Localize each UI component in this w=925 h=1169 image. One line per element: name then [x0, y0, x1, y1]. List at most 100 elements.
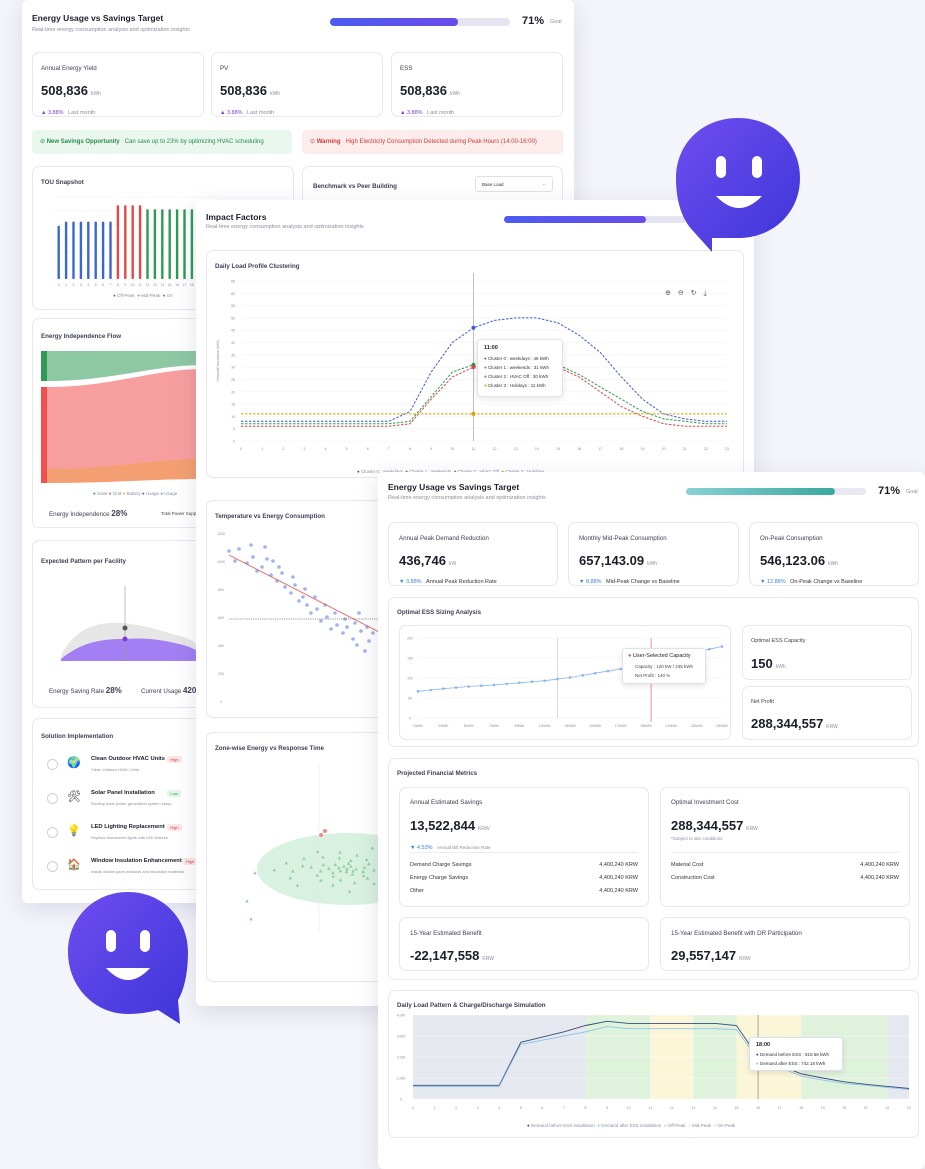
- saving-rate-stat: Energy Saving Rate 28%: [49, 686, 122, 695]
- scatter-point: [341, 631, 345, 635]
- financial-row: Material Cost 4,400,240 KRW: [671, 862, 899, 868]
- tou-x-tick: 1: [65, 283, 67, 287]
- tou-x-tick: 17: [183, 283, 187, 287]
- scatter-point: [309, 611, 313, 615]
- savings-value: 13,522,844 KRW: [410, 818, 490, 833]
- card-title: Optimal ESS Sizing Analysis: [397, 609, 482, 616]
- tou-x-tick: 7: [110, 283, 112, 287]
- x-tick: 21: [683, 447, 687, 451]
- scatter-point: [293, 583, 297, 587]
- y-tick: 60: [231, 292, 235, 296]
- card-title: Benchmark vs Peer Building: [313, 183, 397, 190]
- x-tick: 6: [367, 447, 369, 451]
- scatter-point: [227, 549, 231, 553]
- y-tick: 50: [408, 697, 412, 701]
- x-tick: 16: [577, 447, 581, 451]
- x-tick: 3: [477, 1106, 479, 1110]
- outlier-point: [323, 829, 327, 833]
- ess-chart-box: 200 150 100 50 0 10kWh 30kWh 50kWh 70kWh 90kWh 110…: [399, 625, 731, 740]
- kpi-change: ▼ 12.88% On-Peak Change vs Baseline: [760, 579, 863, 585]
- y-tick: 30: [231, 366, 235, 370]
- scatter-point: [237, 547, 241, 551]
- x-tick: 14: [535, 447, 539, 451]
- solution-desc: Install double-pane windows and insulati…: [91, 869, 185, 874]
- financial-row: Demand Charge Savings 4,400,240 KRW: [410, 862, 638, 868]
- ess-point: [581, 674, 584, 677]
- tou-bar: [161, 209, 164, 279]
- priority-badge: High: [182, 858, 198, 865]
- y-tick: 2,000: [397, 1056, 406, 1060]
- kpi-label: Annual Energy Yield: [41, 65, 97, 72]
- scatter-point: [265, 557, 269, 561]
- kpi-label: Monthly Mid-Peak Consumption: [579, 535, 667, 542]
- solution-desc: Replace fluorescent lights with LED fixt…: [91, 835, 168, 840]
- tou-bar: [64, 221, 68, 279]
- cluster-chart-card: Daily Load Profile Clustering ⊕⊖↻⤓ 0 5 10 1…: [206, 250, 744, 478]
- tou-bar: [72, 221, 75, 279]
- total-supply-label: Total Power Supply: [161, 511, 200, 516]
- tou-x-tick: 2: [73, 283, 75, 287]
- x-tick: 21: [864, 1106, 868, 1110]
- sim-legend: ● Demand before ESS installation ● Deman…: [527, 1123, 736, 1128]
- ess-point: [606, 669, 610, 673]
- tou-x-tick: 16: [175, 283, 179, 287]
- checkbox[interactable]: [47, 759, 58, 770]
- scatter-point: [363, 649, 367, 653]
- scatter-point: [291, 575, 295, 579]
- scatter-point: [249, 917, 253, 921]
- y-tick: 1,000: [397, 1077, 406, 1081]
- ess-point: [454, 686, 458, 689]
- tou-x-tick: 0: [58, 283, 60, 287]
- financial-row: Energy Charge Savings 4,400,240 KRW: [410, 875, 638, 881]
- tou-x-tick: 13: [153, 283, 157, 287]
- benefit-15y-card: 15-Year Estimated Benefit -22,147,558 KRW: [399, 917, 649, 971]
- x-tick: 130kWh: [564, 724, 576, 728]
- y-tick: 45: [231, 329, 235, 333]
- card-title: Projected Financial Metrics: [397, 770, 478, 777]
- x-tick: 12: [493, 447, 497, 451]
- scatter-point: [249, 543, 253, 547]
- y-tick: 40: [231, 341, 235, 345]
- goal-percent: 71%: [522, 15, 545, 27]
- checkbox[interactable]: [47, 827, 58, 838]
- y-tick: 35: [231, 353, 235, 357]
- solution-desc: Rooftop solar power generation system se…: [91, 801, 172, 806]
- scatter-point: [355, 643, 359, 647]
- tou-bar: [131, 205, 134, 279]
- x-tick: 170kWh: [615, 724, 627, 728]
- priority-badge: Low: [167, 790, 181, 797]
- tou-x-tick: 14: [160, 283, 164, 287]
- x-tick: 19: [640, 447, 644, 451]
- ess-sizing-card: Optimal ESS Sizing Analysis 200 150 100 50 0…: [388, 597, 919, 747]
- checkbox[interactable]: [47, 861, 58, 872]
- cluster-tooltip: 11:00 ● Cluster 0 : weekdays : 46 kWh ● …: [477, 339, 563, 397]
- flow-legend: ● Solar ● Grid ● Battery ● Usage ● Usage: [93, 491, 178, 496]
- checkbox[interactable]: [47, 793, 58, 804]
- y-tick: 1200: [217, 532, 225, 536]
- scatter-point: [305, 603, 309, 607]
- solution-icon: 🌍: [67, 757, 81, 769]
- priority-badge: High: [167, 756, 182, 763]
- alert-success[interactable]: ⊘ New Savings Opportunity Can save up to…: [32, 130, 292, 154]
- kpi-change: ▲ 3.88% Last month: [220, 110, 275, 116]
- tou-bar: [175, 209, 179, 279]
- tou-x-tick: 15: [168, 283, 172, 287]
- financial-row: Construction Cost 4,400,240 KRW: [671, 875, 899, 881]
- x-tick: 5: [346, 447, 348, 451]
- x-tick: 17: [598, 447, 602, 451]
- alert-warning[interactable]: ⊙ Warning High Electricity Consumption D…: [302, 130, 563, 154]
- select-value: Base Load: [482, 182, 504, 187]
- x-tick: 8: [409, 447, 411, 451]
- x-tick: 2: [455, 1106, 457, 1110]
- tou-x-tick: 6: [102, 283, 104, 287]
- ess-point: [442, 687, 445, 690]
- x-tick: 1: [261, 447, 263, 451]
- x-tick: 0: [412, 1106, 414, 1110]
- y-tick: 1000: [217, 560, 225, 564]
- ess-point: [505, 682, 508, 686]
- tou-bar: [109, 221, 112, 279]
- x-tick: 20: [662, 447, 666, 451]
- kpi-value: 508,836 kWh: [41, 83, 101, 98]
- tou-bar: [138, 205, 142, 279]
- benchmark-select[interactable]: Base Load ⌄: [475, 176, 553, 192]
